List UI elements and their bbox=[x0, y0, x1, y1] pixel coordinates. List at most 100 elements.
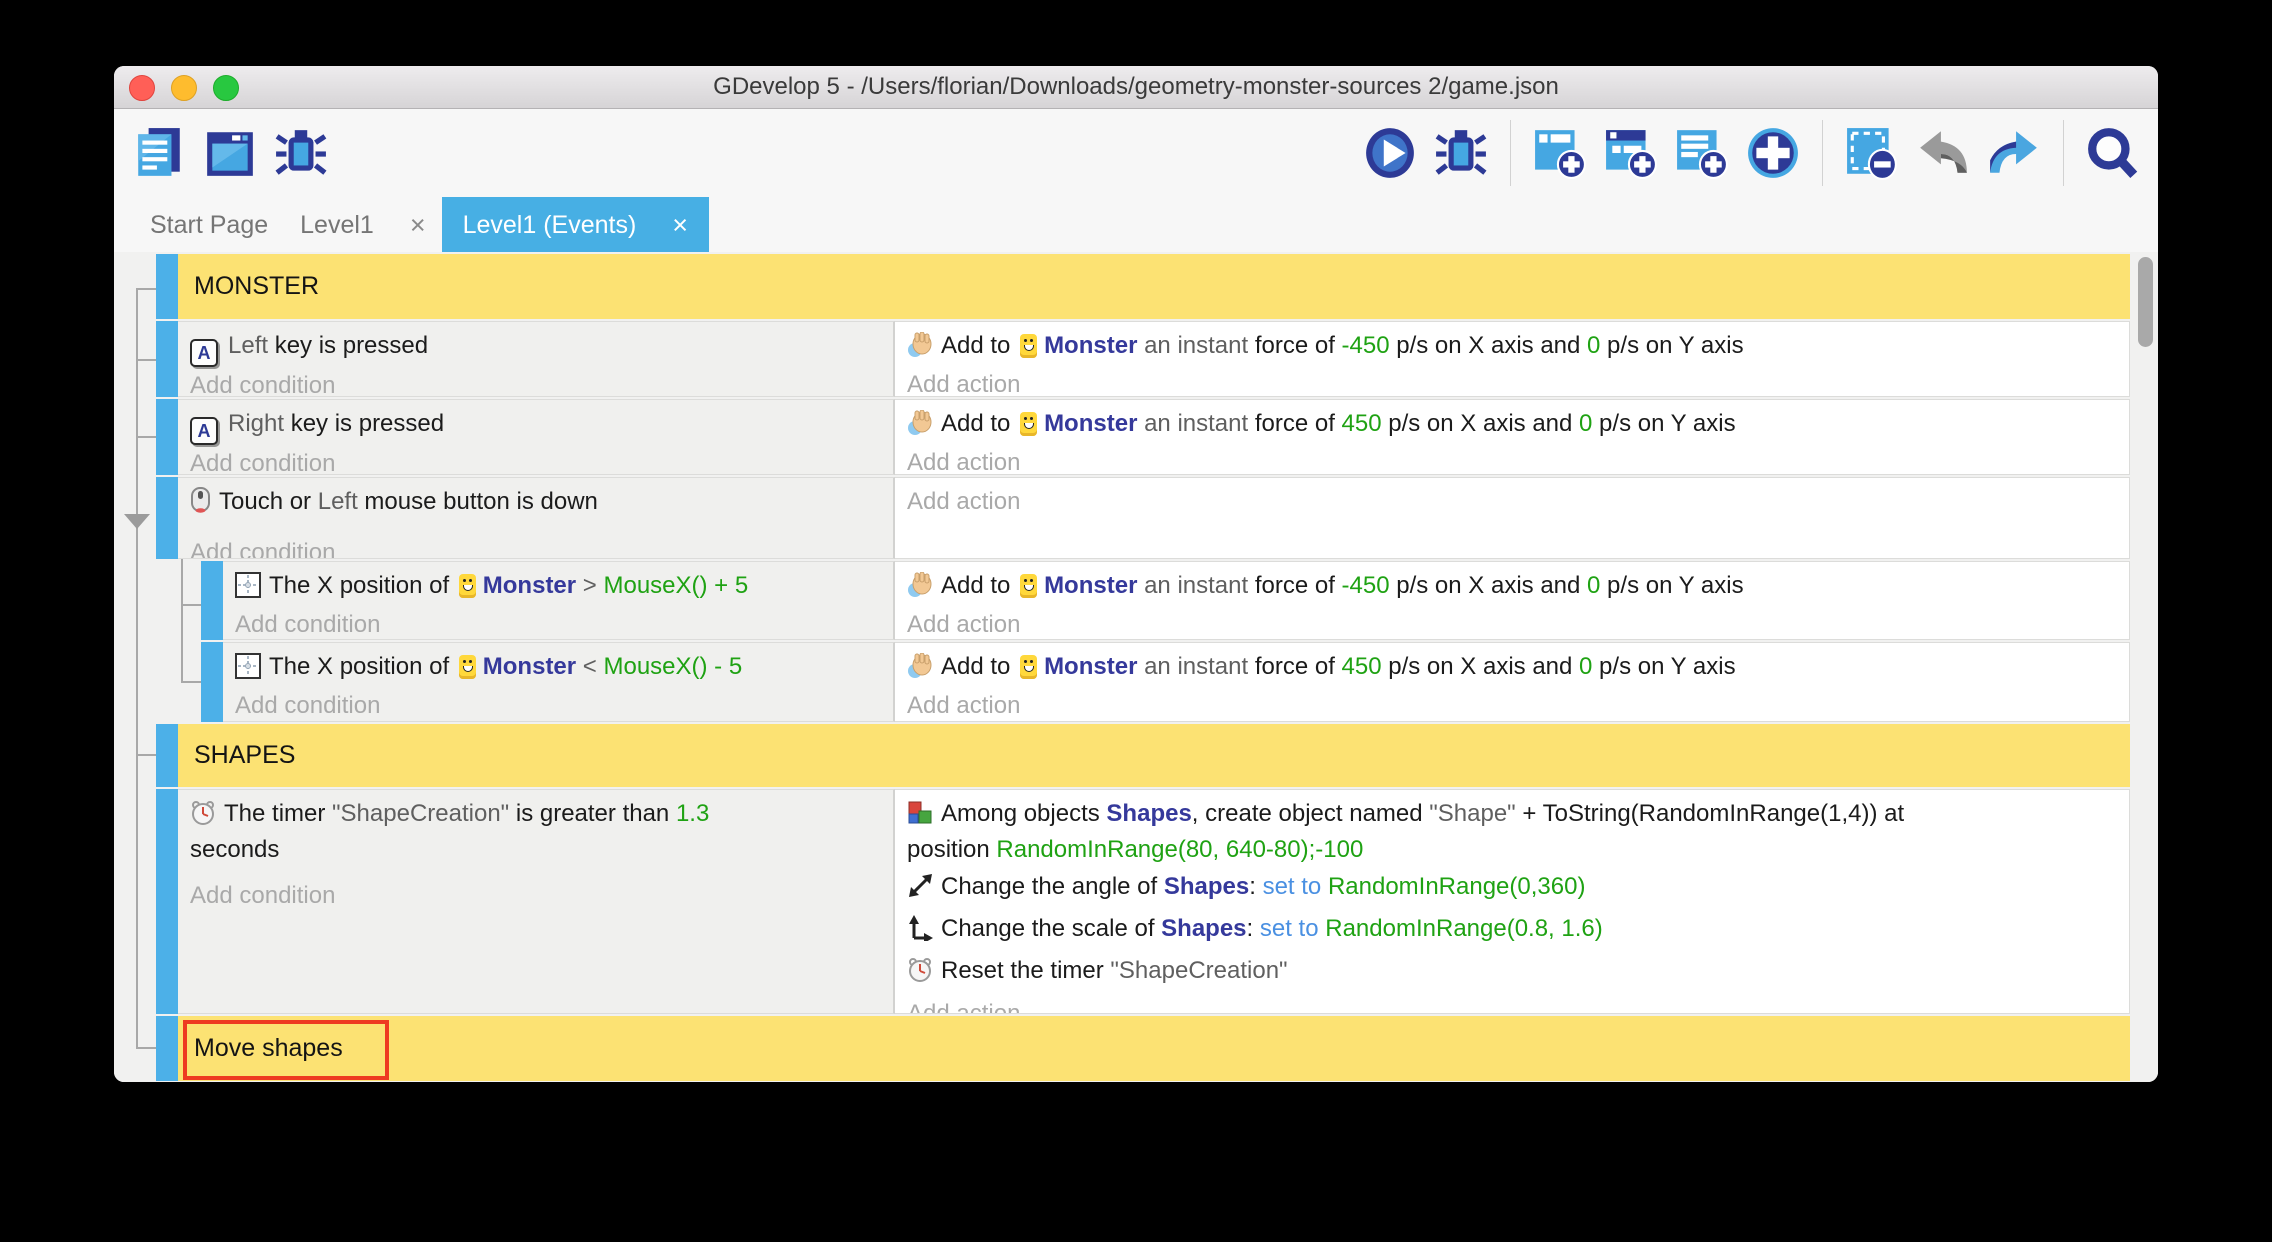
scale-icon bbox=[907, 915, 933, 949]
add-force-icon bbox=[907, 332, 933, 366]
undo-icon[interactable] bbox=[1916, 126, 1970, 180]
add-condition-link[interactable]: Add condition bbox=[235, 692, 883, 720]
sub-event-row: The X position of Monster > MouseX() + 5… bbox=[201, 561, 2130, 640]
group-row-shapes[interactable]: SHAPES bbox=[156, 724, 2130, 787]
condition-text[interactable]: ARight key is pressed bbox=[190, 408, 883, 445]
group-row-move-shapes[interactable]: Move shapes bbox=[156, 1016, 2130, 1081]
add-action-link[interactable]: Add action bbox=[907, 611, 2119, 639]
condition-text[interactable]: The X position of Monster > MouseX() + 5 bbox=[235, 570, 883, 606]
vertical-scrollbar[interactable] bbox=[2138, 257, 2153, 347]
sub-event-row: The X position of Monster < MouseX() - 5… bbox=[201, 642, 2130, 722]
debug-icon[interactable] bbox=[274, 126, 328, 180]
tree-tick bbox=[136, 359, 156, 361]
tutorial-highlight-box bbox=[183, 1020, 389, 1080]
add-force-icon bbox=[907, 653, 933, 687]
action-text[interactable]: Reset the timer "ShapeCreation" bbox=[907, 955, 2119, 991]
timer-icon bbox=[907, 957, 933, 991]
event-row: ARight key is pressed Add condition Add … bbox=[156, 399, 2130, 475]
add-other-event-icon[interactable] bbox=[1746, 126, 1800, 180]
angle-icon bbox=[907, 873, 933, 907]
monster-object-icon bbox=[459, 655, 476, 679]
event-bar bbox=[201, 642, 223, 722]
add-action-link[interactable]: Add action bbox=[907, 1000, 2119, 1014]
add-comment-icon[interactable] bbox=[1675, 126, 1729, 180]
condition-text[interactable]: Touch or Left mouse button is down bbox=[190, 486, 883, 522]
event-row: The timer "ShapeCreation" is greater tha… bbox=[156, 789, 2130, 1014]
action-text[interactable]: Add to Monster an instant force of 450 p… bbox=[907, 651, 2119, 687]
events-sheet: MONSTER ALeft key is pressed Add conditi… bbox=[114, 252, 2158, 1082]
add-condition-link[interactable]: Add condition bbox=[235, 611, 883, 639]
tab-level1-events[interactable]: Level1 (Events) × bbox=[442, 197, 709, 253]
event-bar bbox=[156, 1016, 178, 1081]
action-text[interactable]: Change the angle of Shapes: set to Rando… bbox=[907, 871, 2119, 907]
events-list: MONSTER ALeft key is pressed Add conditi… bbox=[156, 254, 2130, 1082]
add-action-link[interactable]: Add action bbox=[907, 449, 2119, 475]
search-icon[interactable] bbox=[2086, 126, 2140, 180]
gdevelop-window: GDevelop 5 - /Users/florian/Downloads/ge… bbox=[114, 66, 2158, 1082]
event-bar bbox=[156, 724, 178, 787]
group-row-monster[interactable]: MONSTER bbox=[156, 254, 2130, 319]
add-condition-link[interactable]: Add condition bbox=[190, 450, 883, 475]
monster-object-icon bbox=[1020, 334, 1037, 358]
condition-text[interactable]: ALeft key is pressed bbox=[190, 330, 883, 367]
debug-toolbar-icon[interactable] bbox=[1434, 126, 1488, 180]
title-bar: GDevelop 5 - /Users/florian/Downloads/ge… bbox=[114, 66, 2158, 109]
tree-tick bbox=[136, 288, 156, 290]
tab-level1[interactable]: Level1 × bbox=[284, 197, 441, 253]
action-text[interactable]: Add to Monster an instant force of -450 … bbox=[907, 570, 2119, 606]
toolbar-right bbox=[1363, 120, 2140, 186]
redo-icon[interactable] bbox=[1987, 126, 2041, 180]
tree-tick bbox=[136, 436, 156, 438]
action-text[interactable]: Change the scale of Shapes: set to Rando… bbox=[907, 913, 2119, 949]
traffic-lights bbox=[129, 75, 239, 101]
zoom-window-button[interactable] bbox=[213, 75, 239, 101]
toolbar-separator bbox=[1822, 120, 1823, 186]
monster-object-icon bbox=[1020, 655, 1037, 679]
add-action-link[interactable]: Add action bbox=[907, 371, 2119, 397]
action-text[interactable]: Add to Monster an instant force of 450 p… bbox=[907, 408, 2119, 444]
event-row: ALeft key is pressed Add condition Add t… bbox=[156, 321, 2130, 397]
close-tab-icon[interactable]: × bbox=[410, 210, 426, 241]
toolbar bbox=[114, 109, 2158, 197]
close-window-button[interactable] bbox=[129, 75, 155, 101]
project-manager-icon[interactable] bbox=[132, 126, 186, 180]
add-condition-link[interactable]: Add condition bbox=[190, 882, 883, 910]
tree-tick bbox=[136, 1047, 156, 1049]
tab-label: Level1 (Events) bbox=[463, 211, 637, 240]
toolbar-separator bbox=[2063, 120, 2064, 186]
group-label: MONSTER bbox=[194, 272, 319, 301]
event-bar bbox=[156, 789, 178, 1014]
collapse-triangle-icon[interactable] bbox=[124, 514, 150, 529]
event-bar bbox=[156, 477, 178, 559]
remove-event-icon[interactable] bbox=[1845, 126, 1899, 180]
add-condition-link[interactable]: Add condition bbox=[190, 539, 883, 559]
condition-text[interactable]: The timer "ShapeCreation" is greater tha… bbox=[190, 798, 883, 834]
keyboard-key-icon: A bbox=[190, 339, 218, 367]
add-action-link[interactable]: Add action bbox=[907, 692, 2119, 720]
action-text[interactable]: Add to Monster an instant force of -450 … bbox=[907, 330, 2119, 366]
tab-bar: Start Page Level1 × Level1 (Events) × bbox=[114, 197, 2158, 253]
action-text[interactable]: Among objects Shapes, create object name… bbox=[907, 798, 2119, 865]
event-bar bbox=[156, 254, 178, 319]
add-subevent-icon[interactable] bbox=[1604, 126, 1658, 180]
condition-text-wrap[interactable]: seconds bbox=[190, 834, 883, 865]
tab-start-page[interactable]: Start Page bbox=[134, 197, 284, 253]
create-object-icon bbox=[907, 800, 933, 834]
close-tab-icon[interactable]: × bbox=[672, 210, 688, 241]
minimize-window-button[interactable] bbox=[171, 75, 197, 101]
timer-icon bbox=[190, 800, 216, 834]
condition-text[interactable]: The X position of Monster < MouseX() - 5 bbox=[235, 651, 883, 687]
add-condition-link[interactable]: Add condition bbox=[190, 372, 883, 397]
monster-object-icon bbox=[1020, 412, 1037, 436]
toolbar-separator bbox=[1510, 120, 1511, 186]
keyboard-key-icon: A bbox=[190, 417, 218, 445]
window-title: GDevelop 5 - /Users/florian/Downloads/ge… bbox=[713, 73, 1559, 101]
group-label: SHAPES bbox=[194, 741, 295, 770]
add-force-icon bbox=[907, 572, 933, 606]
play-icon[interactable] bbox=[1363, 126, 1417, 180]
scene-editor-icon[interactable] bbox=[203, 126, 257, 180]
toolbar-left bbox=[132, 126, 328, 180]
monster-object-icon bbox=[1020, 574, 1037, 598]
add-action-link[interactable]: Add action bbox=[907, 488, 2119, 516]
add-event-icon[interactable] bbox=[1533, 126, 1587, 180]
